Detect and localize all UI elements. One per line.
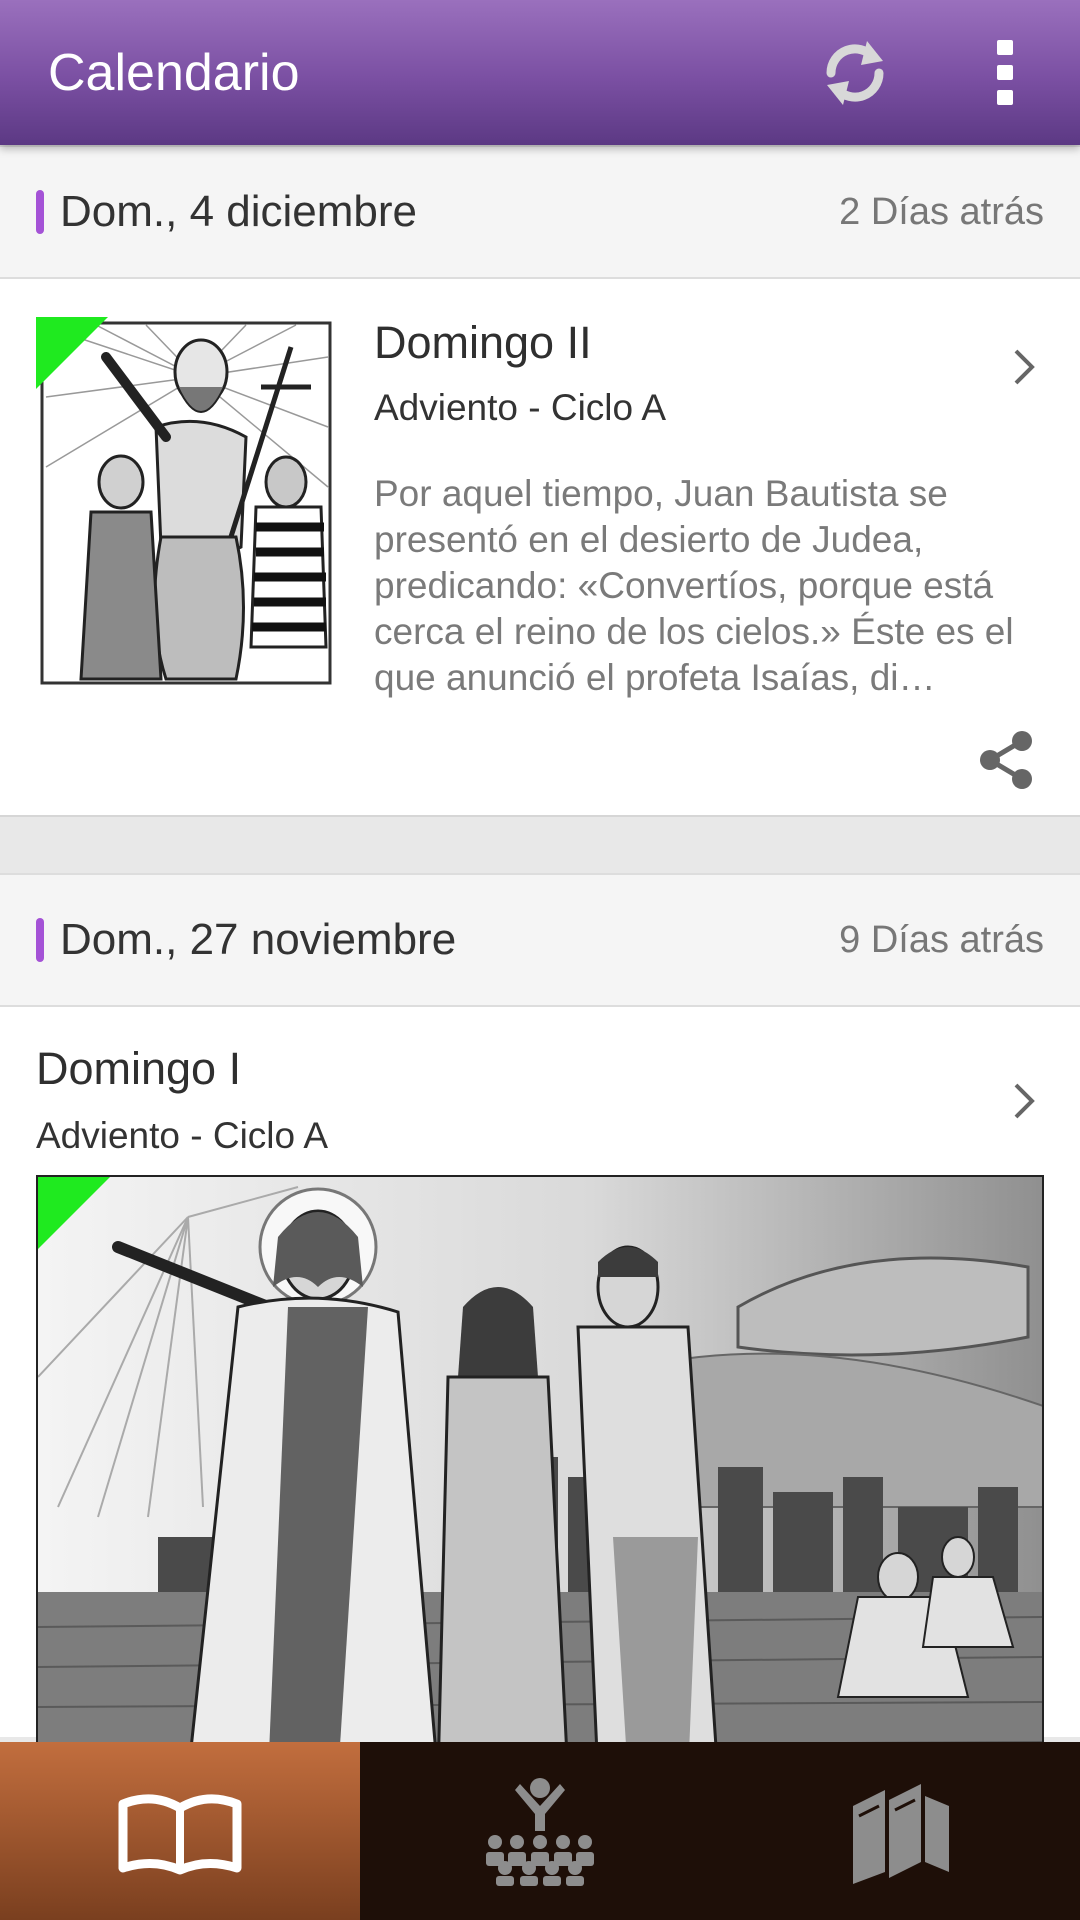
reading-excerpt: Por aquel tiempo, Juan Bautista se prese… — [374, 473, 1014, 698]
page-title: Calendario — [48, 43, 300, 102]
app-bar: Calendario — [0, 0, 1080, 145]
chevron-right-icon[interactable] — [1004, 1071, 1044, 1131]
section-header: Dom., 27 noviembre 9 Días atrás — [0, 873, 1080, 1007]
reading-thumbnail — [36, 317, 336, 689]
section-divider — [0, 817, 1080, 873]
books-icon — [853, 1784, 949, 1884]
nav-readings[interactable] — [0, 1742, 360, 1920]
accent-bar — [36, 918, 44, 962]
more-vert-icon — [997, 39, 1013, 105]
section-relative-date: 9 Días atrás — [839, 918, 1044, 961]
jesus-noah-ark-illustration — [38, 1177, 1042, 1742]
accent-bar — [36, 190, 44, 234]
calendar-list[interactable]: Dom., 4 diciembre 2 Días atrás Domingo I… — [0, 145, 1080, 1742]
bottom-navigation — [0, 1742, 1080, 1920]
calendar-section: Dom., 27 noviembre 9 Días atrás Domingo … — [0, 873, 1080, 1742]
section-date: Dom., 4 diciembre — [60, 187, 418, 236]
open-book-icon — [118, 1794, 242, 1875]
refresh-icon — [826, 40, 884, 105]
section-relative-date: 2 Días atrás — [839, 190, 1044, 233]
reading-subtitle: Adviento - Ciclo A — [36, 1115, 329, 1156]
reading-title: Domingo II — [374, 317, 592, 368]
section-date: Dom., 27 noviembre — [60, 915, 457, 964]
reading-card[interactable]: Domingo II Adviento - Ciclo A Por aquel … — [0, 279, 1080, 817]
calendar-section: Dom., 4 diciembre 2 Días atrás Domingo I… — [0, 145, 1080, 817]
refresh-button[interactable] — [800, 18, 910, 128]
more-options-button[interactable] — [950, 18, 1060, 128]
share-button[interactable] — [974, 727, 1040, 793]
reading-text: Domingo II Adviento - Ciclo A Por aquel … — [374, 317, 1044, 701]
nav-library[interactable] — [720, 1742, 1080, 1920]
people-group-icon — [486, 1778, 594, 1886]
new-marker — [36, 317, 108, 389]
reading-subtitle: Adviento - Ciclo A — [374, 387, 667, 428]
chevron-right-icon[interactable] — [1004, 337, 1044, 397]
nav-community[interactable] — [360, 1742, 720, 1920]
reading-card[interactable]: Domingo I Adviento - Ciclo A — [0, 1007, 1080, 1742]
new-marker — [38, 1177, 110, 1249]
section-header: Dom., 4 diciembre 2 Días atrás — [0, 145, 1080, 279]
share-icon — [980, 731, 1032, 789]
reading-image — [36, 1175, 1044, 1742]
reading-title: Domingo I — [36, 1043, 242, 1094]
